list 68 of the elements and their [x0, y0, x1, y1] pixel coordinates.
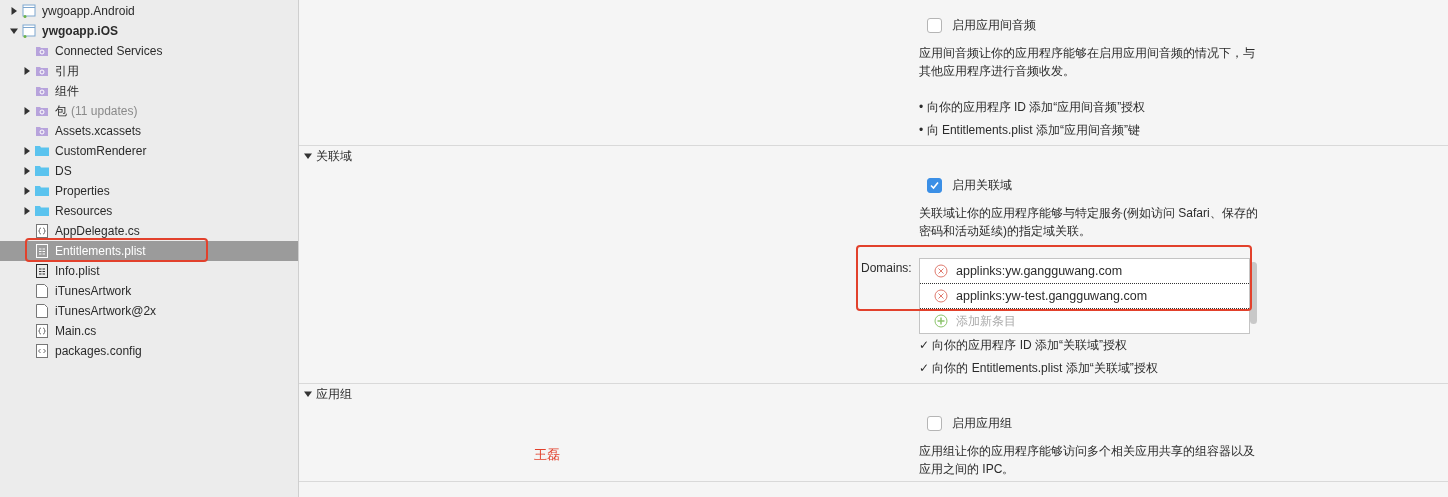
requirement-text: • 向你的应用程序 ID 添加“应用间音频”授权 [919, 99, 1147, 116]
requirement-text: • 向 Entitlements.plist 添加“应用间音频”键 [919, 122, 1141, 139]
disclosure-triangle-icon[interactable] [10, 7, 18, 15]
folder-icon [35, 184, 49, 198]
folder-icon [35, 84, 49, 98]
checkbox[interactable] [927, 17, 942, 33]
disclosure-triangle-icon[interactable] [10, 27, 18, 35]
folder-icon [35, 164, 49, 178]
domain-entry[interactable]: applinks:yw-test.gangguwang.com [956, 289, 1148, 303]
tree-item[interactable]: Assets.xcassets [0, 121, 298, 141]
checkbox-label: 启用应用组 [952, 414, 1012, 432]
folder-icon [35, 64, 49, 78]
code-file-icon [35, 224, 49, 238]
remove-icon[interactable] [934, 289, 948, 303]
code-file-icon [35, 324, 49, 338]
description-text: 关联域让你的应用程序能够与特定服务(例如访问 Safari、保存的密码和活动延续)的指定域关联。 [919, 205, 1259, 240]
checkbox-label: 启用关联域 [952, 176, 1012, 194]
disclosure-triangle-icon[interactable] [23, 147, 31, 155]
tree-item[interactable]: Properties [0, 181, 298, 201]
section-header[interactable]: 应用组 [299, 384, 1448, 404]
tree-item[interactable]: packages.config [0, 341, 298, 361]
disclosure-triangle-icon[interactable] [23, 187, 31, 195]
disclosure-triangle-icon[interactable] [23, 107, 31, 115]
tree-item[interactable]: iTunesArtwork@2x [0, 301, 298, 321]
folder-icon [35, 104, 49, 118]
list-file-icon [35, 244, 49, 258]
tree-item[interactable]: 组件 [0, 81, 298, 101]
requirement-text: ✓ 向你的 Entitlements.plist 添加“关联域”授权 [919, 360, 1159, 377]
tree-item[interactable]: Connected Services [0, 41, 298, 61]
list-file-icon [35, 264, 49, 278]
requirement-text: ✓ 向你的应用程序 ID 添加“关联域”授权 [919, 337, 1129, 354]
section-title: 应用组 [316, 385, 352, 403]
tree-item[interactable]: ywgoapp.iOS [0, 21, 298, 41]
folder-icon [35, 144, 49, 158]
section-header[interactable]: 关联域 [299, 146, 1448, 166]
folder-icon [35, 204, 49, 218]
disclosure-triangle-icon[interactable] [23, 67, 31, 75]
scrollbar[interactable] [1250, 262, 1257, 324]
domain-entry[interactable]: applinks:yw.gangguwang.com [956, 264, 1123, 278]
annotation-text: 王磊 [534, 446, 560, 464]
checkbox-label: 启用应用间音频 [952, 16, 1036, 34]
tree-item[interactable]: 引用 [0, 61, 298, 81]
disclosure-triangle-icon[interactable] [23, 207, 31, 215]
tree-item[interactable]: 包 (11 updates) [0, 101, 298, 121]
tree-item[interactable]: Main.cs [0, 321, 298, 341]
remove-icon[interactable] [934, 264, 948, 278]
disclosure-triangle-icon[interactable] [304, 390, 312, 398]
checkbox[interactable] [927, 415, 942, 431]
tree-item[interactable]: ywgoapp.Android [0, 1, 298, 21]
tree-item[interactable]: DS [0, 161, 298, 181]
services-icon [35, 44, 49, 58]
description-text: 应用组让你的应用程序能够访问多个相关应用共享的组容器以及应用之间的 IPC。 [919, 443, 1256, 478]
tree-item[interactable]: Info.plist [0, 261, 298, 281]
file-icon [35, 304, 49, 318]
tree-item[interactable]: CustomRenderer [0, 141, 298, 161]
assets-icon [35, 124, 49, 138]
disclosure-triangle-icon[interactable] [23, 167, 31, 175]
description-text: 应用间音频让你的应用程序能够在启用应用间音频的情况下，与其他应用程序进行音频收发。 [919, 45, 1256, 80]
file-icon [35, 284, 49, 298]
project-icon [22, 24, 36, 38]
tree-item[interactable]: AppDelegate.cs [0, 221, 298, 241]
domains-label: Domains: [861, 261, 912, 275]
tree-item[interactable]: iTunesArtwork [0, 281, 298, 301]
disclosure-triangle-icon[interactable] [304, 152, 312, 160]
project-icon [22, 4, 36, 18]
config-file-icon [35, 344, 49, 358]
section-title: 关联域 [316, 147, 352, 165]
tree-item[interactable]: Resources [0, 201, 298, 221]
